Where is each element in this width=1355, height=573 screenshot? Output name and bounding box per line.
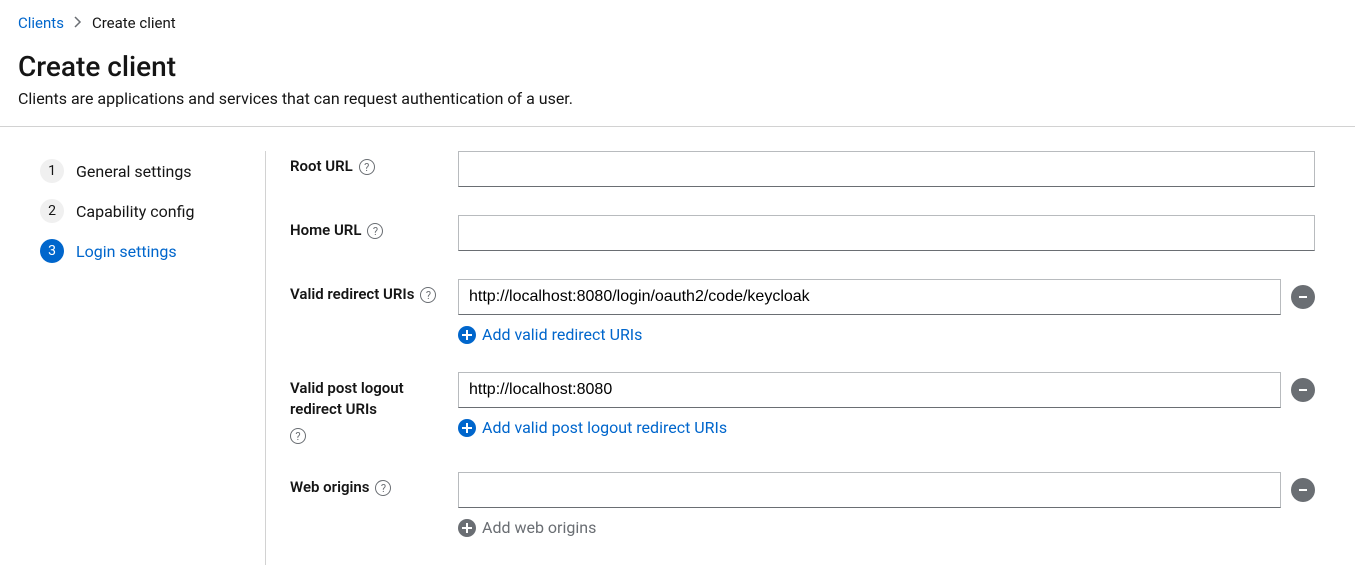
wizard-step-number: 2 (40, 199, 64, 223)
post-logout-uris-label: Valid post logout redirect URIs (290, 378, 458, 420)
web-origins-label: Web origins (290, 478, 369, 496)
add-web-origin-label: Add web origins (482, 518, 596, 537)
wizard-step-label: Login settings (76, 242, 177, 261)
root-url-input[interactable] (458, 151, 1315, 187)
redirect-uri-input[interactable] (458, 279, 1281, 315)
remove-post-logout-uri-button[interactable] (1291, 378, 1315, 402)
breadcrumb-parent-link[interactable]: Clients (18, 14, 64, 32)
redirect-uris-label: Valid redirect URIs (290, 285, 414, 303)
minus-icon (1297, 484, 1309, 496)
wizard-step-capability-config[interactable]: 2 Capability config (40, 191, 241, 231)
help-icon[interactable]: ? (290, 428, 306, 444)
plus-icon (458, 419, 476, 437)
web-origin-input[interactable] (458, 472, 1281, 508)
help-icon[interactable]: ? (375, 480, 391, 496)
add-redirect-uri-label: Add valid redirect URIs (482, 325, 642, 344)
plus-icon (458, 519, 476, 537)
page-title: Create client (18, 50, 1337, 83)
wizard-step-label: Capability config (76, 202, 194, 221)
home-url-input[interactable] (458, 215, 1315, 251)
page-description: Clients are applications and services th… (18, 89, 1337, 108)
wizard-nav: 1 General settings 2 Capability config 3… (0, 151, 266, 565)
minus-icon (1297, 291, 1309, 303)
plus-icon (458, 326, 476, 344)
root-url-label: Root URL (290, 157, 353, 175)
minus-icon (1297, 384, 1309, 396)
wizard-step-number: 3 (40, 239, 64, 263)
help-icon[interactable]: ? (420, 287, 436, 303)
chevron-right-icon (74, 16, 82, 31)
home-url-label: Home URL (290, 221, 361, 239)
form-area: Root URL ? Home URL ? Valid redi (266, 151, 1355, 565)
add-redirect-uri-link[interactable]: Add valid redirect URIs (458, 325, 642, 344)
breadcrumb-current: Create client (92, 14, 176, 32)
remove-web-origin-button[interactable] (1291, 478, 1315, 502)
add-post-logout-uri-link[interactable]: Add valid post logout redirect URIs (458, 418, 727, 437)
add-post-logout-uri-label: Add valid post logout redirect URIs (482, 418, 727, 437)
wizard-step-label: General settings (76, 162, 192, 181)
wizard-step-general-settings[interactable]: 1 General settings (40, 151, 241, 191)
post-logout-uri-input[interactable] (458, 372, 1281, 408)
breadcrumb: Clients Create client (18, 14, 1337, 32)
help-icon[interactable]: ? (359, 159, 375, 175)
wizard-step-number: 1 (40, 159, 64, 183)
add-web-origin-link[interactable]: Add web origins (458, 518, 596, 537)
wizard-step-login-settings[interactable]: 3 Login settings (40, 231, 241, 271)
help-icon[interactable]: ? (367, 223, 383, 239)
remove-redirect-uri-button[interactable] (1291, 285, 1315, 309)
